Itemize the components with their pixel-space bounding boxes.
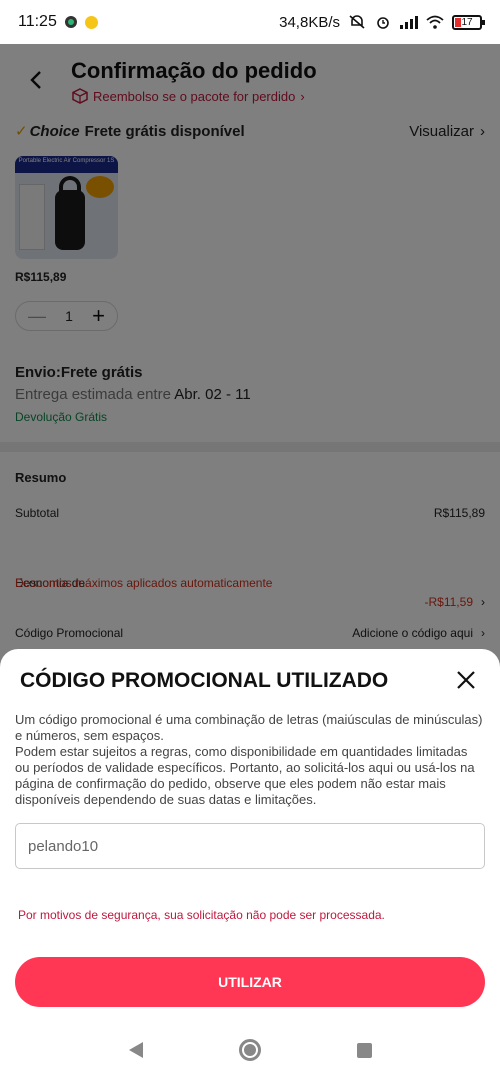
error-message: Por motivos de segurança, sua solicitaçã… (18, 908, 385, 922)
promo-code-input[interactable] (15, 823, 485, 869)
nav-back-icon[interactable] (128, 1042, 143, 1058)
emoji-notification-icon (84, 15, 98, 29)
status-bar: 11:25 34,8KB/s 17 (0, 0, 500, 44)
description-paragraph-1: Um código promocional é uma combinação d… (15, 712, 483, 743)
close-icon[interactable] (454, 668, 478, 692)
description-paragraph-2: Podem estar sujeitos a regras, como disp… (15, 744, 475, 807)
sheet-title: CÓDIGO PROMOCIONAL UTILIZADO (20, 669, 389, 692)
system-navigation-bar (0, 1017, 500, 1083)
network-speed: 34,8KB/s (279, 13, 340, 31)
battery-icon: 17 (452, 14, 485, 30)
nav-home-icon[interactable] (238, 1039, 261, 1061)
apply-button[interactable]: UTILIZAR (15, 957, 485, 1007)
mute-icon (349, 15, 365, 29)
sheet-description: Um código promocional é uma combinação d… (15, 712, 485, 808)
status-time: 11:25 (18, 13, 57, 30)
wifi-icon (426, 15, 444, 29)
notification-app-icon (64, 16, 77, 28)
battery-level: 17 (461, 16, 473, 28)
nav-recents-icon[interactable] (356, 1042, 372, 1058)
signal-icon (400, 15, 418, 29)
alarm-icon (377, 17, 389, 29)
